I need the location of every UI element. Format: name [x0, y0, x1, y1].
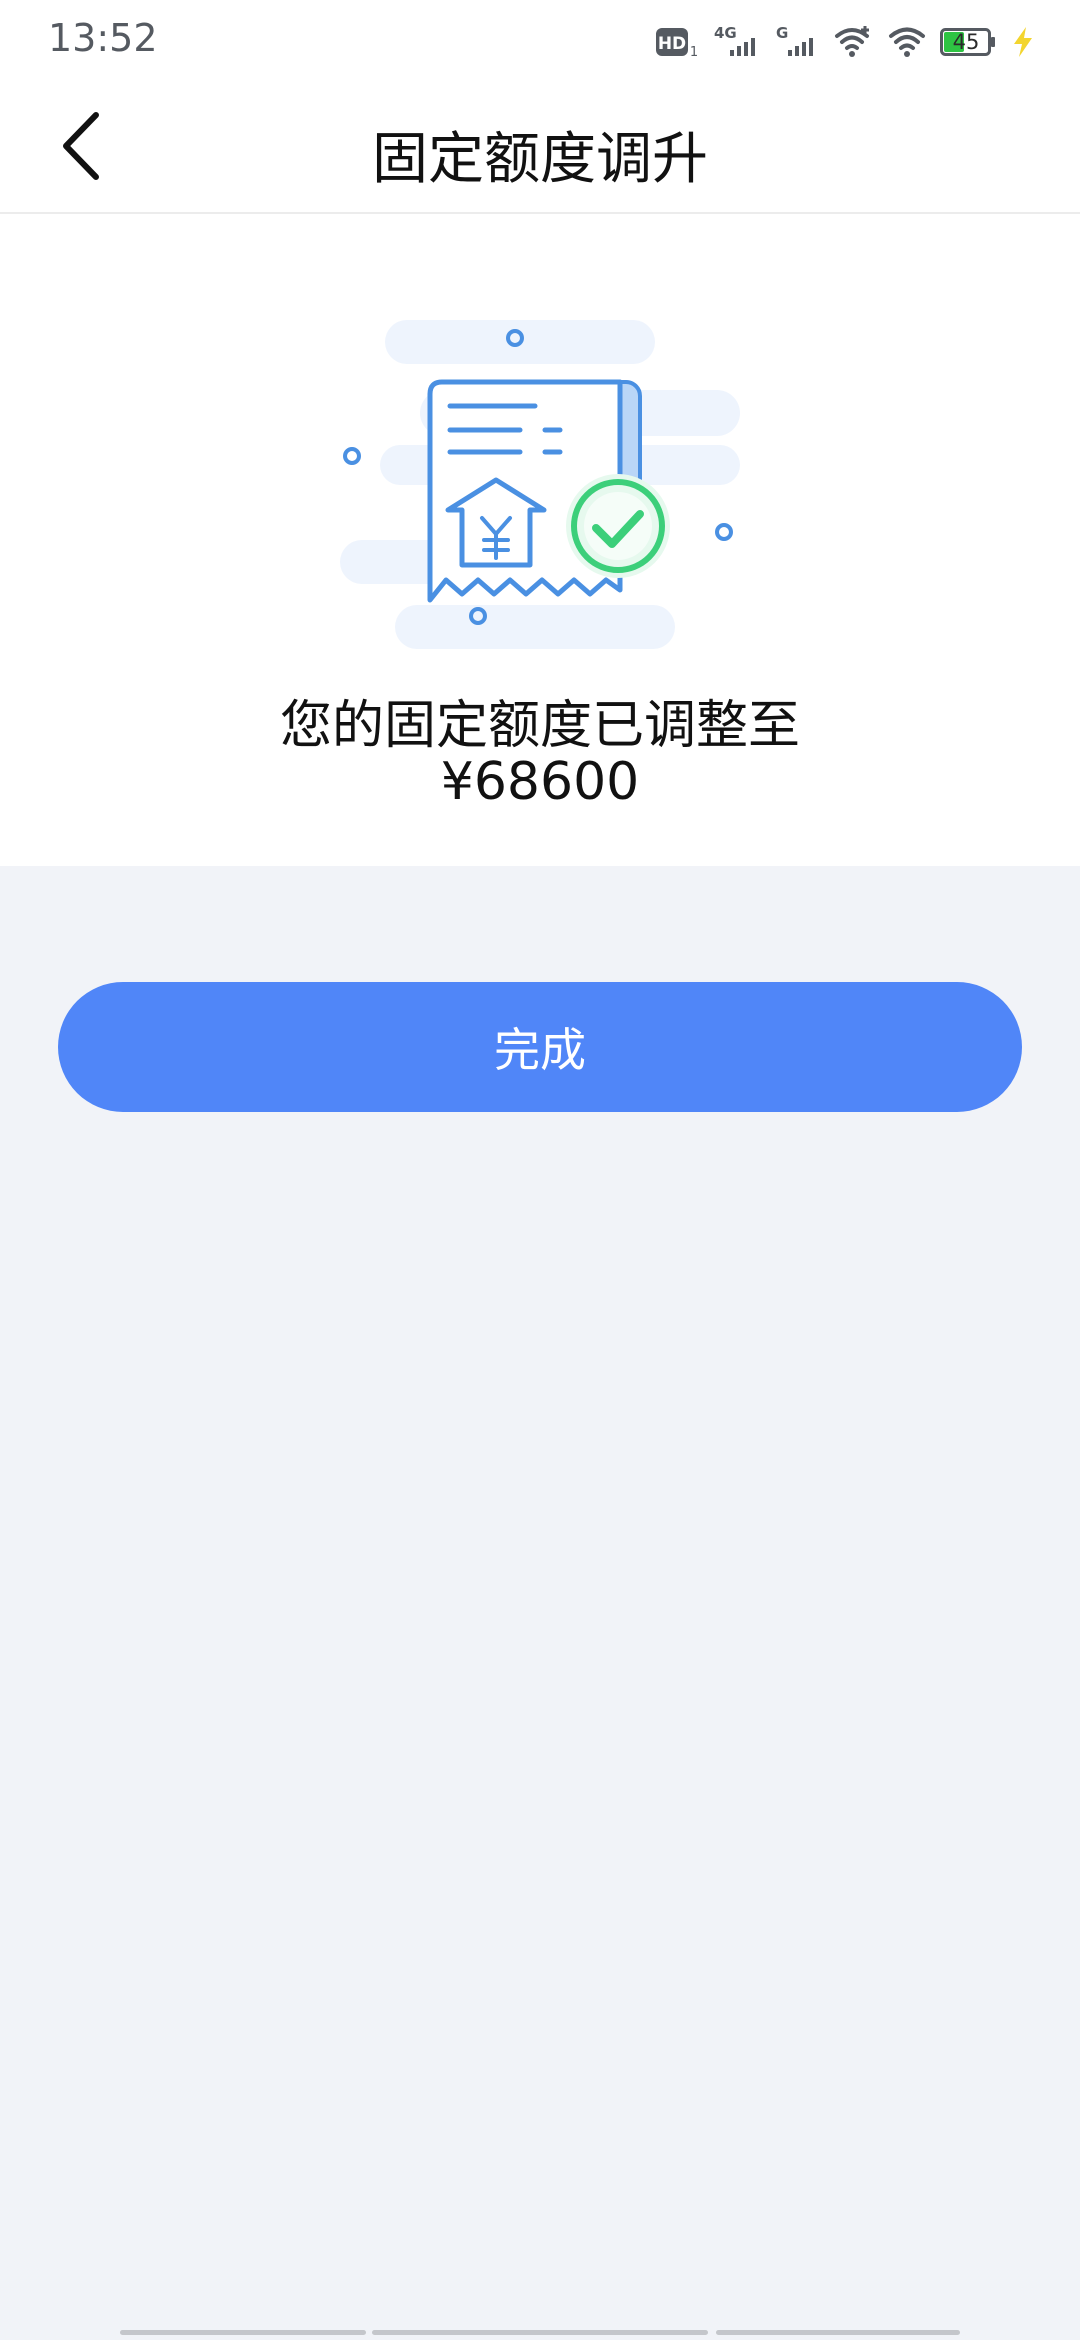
receipt-check-illustration — [330, 310, 750, 660]
page-title: 固定额度调升 — [372, 127, 708, 192]
done-button[interactable]: 完成 — [58, 982, 1022, 1112]
result-message: 您的固定额度已调整至 — [279, 696, 800, 756]
hd-icon: HD 1 — [656, 26, 700, 58]
gesture-bar-right — [716, 2330, 960, 2335]
wifi-plus-icon — [834, 24, 874, 60]
net1-label: 4G — [714, 24, 737, 42]
status-icons: HD 1 4G G 45 — [656, 20, 1036, 64]
charging-icon — [1010, 26, 1036, 58]
signal-4g-icon: 4G — [714, 24, 762, 60]
result-amount: ¥68600 — [440, 752, 640, 812]
status-bar: 13:52 HD 1 4G G 45 — [0, 0, 1080, 84]
hd-label: HD — [658, 34, 686, 54]
net2-label: G — [776, 24, 788, 42]
gesture-bar-left — [120, 2330, 366, 2335]
battery-icon: 45 — [940, 28, 996, 56]
signal-g-icon: G — [776, 24, 820, 60]
gesture-bar-center — [372, 2330, 708, 2335]
battery-level: 45 — [952, 30, 980, 54]
wifi-icon — [888, 24, 926, 60]
nav-bar: 固定额度调升 — [0, 84, 1080, 214]
hd-sub-label: 1 — [690, 45, 698, 58]
status-time: 13:52 — [48, 16, 158, 60]
